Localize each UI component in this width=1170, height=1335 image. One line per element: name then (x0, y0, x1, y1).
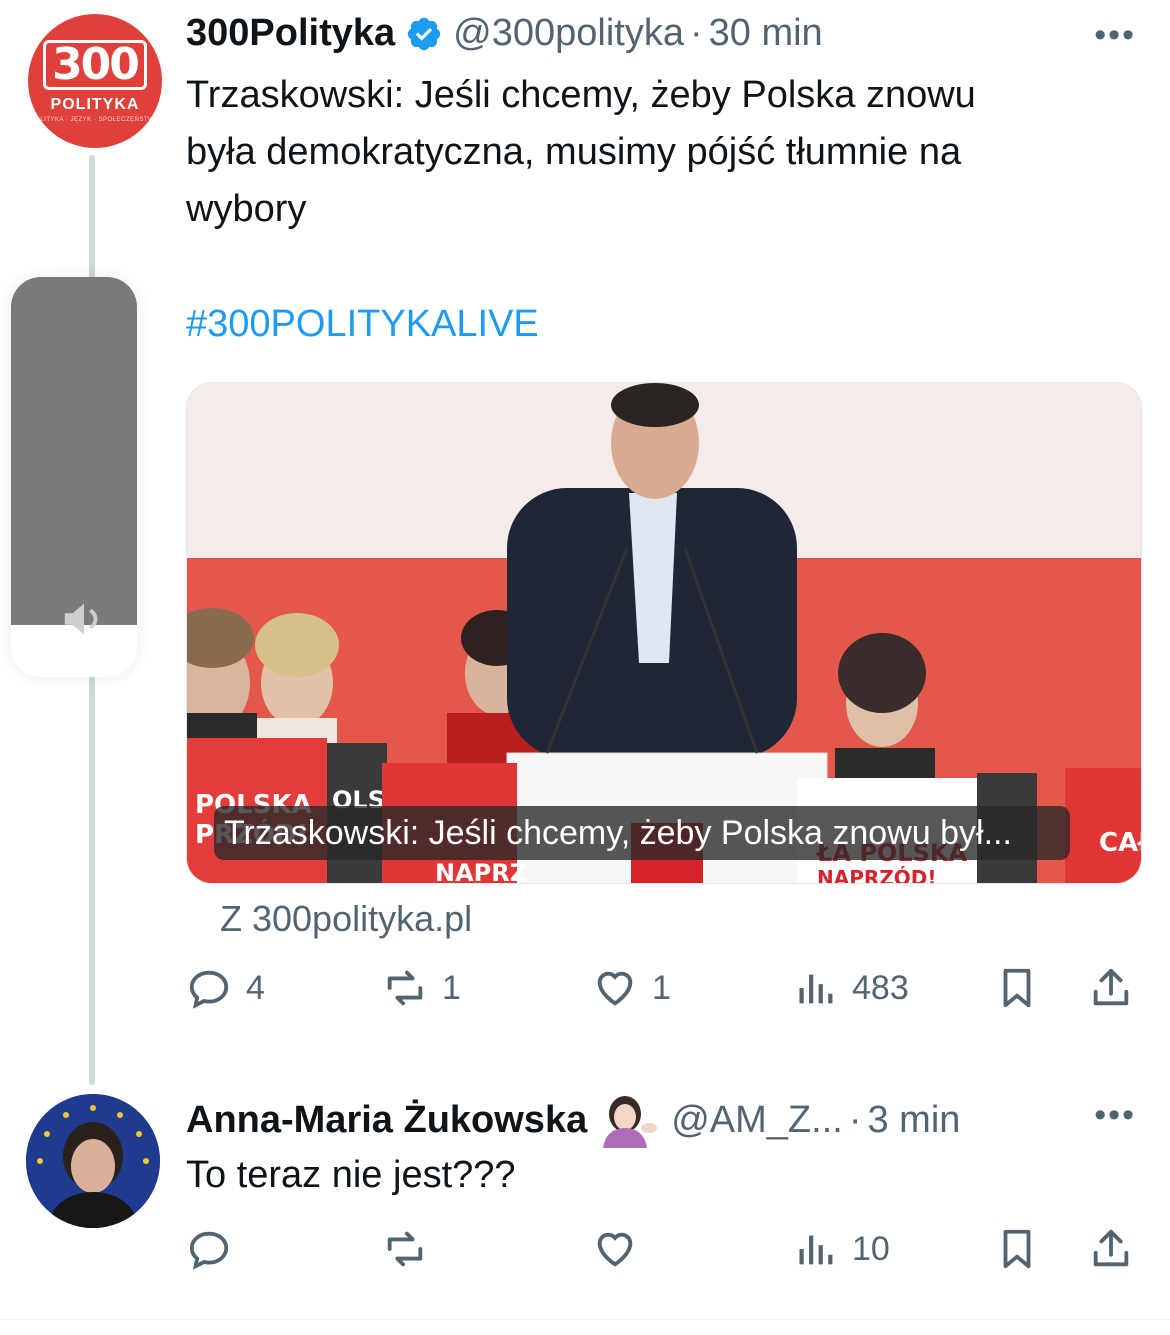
hashtag-link[interactable]: #300POLITYKALIVE (186, 303, 539, 346)
repost-count: 1 (442, 968, 461, 1007)
link-source[interactable]: Z 300polityka.pl (220, 898, 472, 940)
video-caption: Trzaskowski: Jeśli chcemy, żeby Polska z… (214, 806, 1070, 860)
repost-button[interactable]: 1 (382, 965, 461, 1011)
tweet-text-line: była demokratyczna, musimy pójść tłumnie… (186, 131, 962, 173)
like-count: 1 (652, 968, 671, 1007)
tweet1-actions: 4 1 1 483 (186, 965, 1146, 1025)
reply-button[interactable]: 4 (186, 965, 265, 1011)
avatar-logo-number: 300 (43, 39, 147, 90)
separator-dot: · (848, 1098, 862, 1141)
views-chart-icon (799, 974, 833, 1004)
repost-icon (387, 970, 423, 1006)
reply-button[interactable] (186, 1226, 246, 1272)
author-name[interactable]: Anna-Maria Żukowska (186, 1099, 587, 1142)
avatar-logo-tagline: POLITYKA · JĘZYK · SPOŁECZEŃSTWO (30, 116, 160, 123)
tweet2-actions: 10 (186, 1226, 1146, 1286)
author-handle[interactable]: @300polityka (453, 12, 684, 55)
reply-icon (189, 970, 229, 1009)
tweet1-text: Trzaskowski: Jeśli chcemy, żeby Polska z… (186, 67, 976, 238)
sign-text: NAPRZ (435, 859, 527, 884)
views-count: 483 (852, 968, 909, 1007)
reply-icon (189, 1231, 229, 1270)
author-name[interactable]: 300Polityka (186, 12, 395, 55)
repost-icon (387, 1231, 423, 1267)
tweet-text-line: Trzaskowski: Jeśli chcemy, żeby Polska z… (186, 74, 976, 116)
speaker-icon (64, 603, 98, 635)
share-icon (1093, 1229, 1129, 1267)
author-handle[interactable]: @AM_Z... (671, 1099, 843, 1142)
views-button[interactable]: 10 (792, 1226, 890, 1272)
avatar-photo (26, 1094, 160, 1228)
like-button[interactable]: 1 (592, 965, 671, 1011)
avatar-anna-maria-zukowska[interactable] (26, 1094, 160, 1228)
tweet2-text: To teraz nie jest??? (186, 1154, 516, 1196)
tweet-timestamp[interactable]: 3 min (867, 1099, 960, 1142)
tweet-text-line: wybory (186, 188, 307, 230)
share-button[interactable] (1088, 965, 1134, 1011)
sign-text: NAPRZÓD! (817, 866, 937, 884)
avatar-300polityka[interactable]: 300 POLITYKA POLITYKA · JĘZYK · SPOŁECZE… (28, 14, 162, 148)
heart-icon (597, 1232, 633, 1267)
share-icon (1093, 968, 1129, 1006)
more-options-icon[interactable]: ••• (1094, 1096, 1136, 1135)
bookmark-button[interactable] (994, 1226, 1040, 1272)
views-count: 10 (852, 1229, 890, 1268)
like-button[interactable] (592, 1226, 652, 1272)
avatar-logo-word: POLITYKA (50, 95, 140, 113)
verified-badge-icon (407, 17, 441, 50)
tweet1-header: 300Polityka @300polityka · 30 min (186, 12, 823, 55)
views-chart-icon (799, 1235, 833, 1265)
volume-slider[interactable] (11, 277, 137, 677)
tweet2-header: Anna-Maria Żukowska @AM_Z... · 3 min (186, 1092, 960, 1148)
views-button[interactable]: 483 (792, 965, 909, 1011)
person-tipping-hand-emoji-icon (603, 1096, 658, 1148)
tweet-timestamp[interactable]: 30 min (709, 12, 823, 55)
more-options-icon[interactable]: ••• (1094, 16, 1136, 55)
volume-level-fill (11, 277, 137, 625)
share-button[interactable] (1088, 1226, 1134, 1272)
bookmark-icon (1003, 968, 1031, 1008)
sign-text: CAŁ (1099, 828, 1142, 858)
repost-button[interactable] (382, 1226, 442, 1272)
separator-dot: · (689, 12, 703, 54)
heart-icon (597, 971, 633, 1006)
reply-count: 4 (246, 968, 265, 1007)
bookmark-icon (1003, 1229, 1031, 1269)
bookmark-button[interactable] (994, 965, 1040, 1011)
divider (0, 1319, 1170, 1320)
